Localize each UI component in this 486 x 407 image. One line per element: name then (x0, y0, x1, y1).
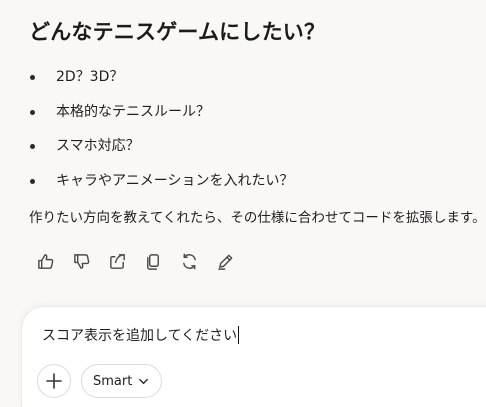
dislike-button[interactable] (64, 248, 98, 274)
message-actions (28, 248, 242, 274)
response-heading: どんなテニスゲームにしたい？ (29, 20, 326, 44)
list-item-text: スマホ対応？ (56, 138, 140, 154)
bullet-icon (30, 75, 35, 80)
regenerate-icon (182, 253, 196, 269)
message-input[interactable]: スコア表示を追加してください (42, 325, 240, 345)
copy-button[interactable] (136, 248, 170, 274)
plus-icon (46, 373, 62, 389)
like-button[interactable] (28, 248, 62, 274)
bullet-icon (30, 109, 35, 115)
chevron-down-icon (139, 378, 149, 384)
list-item-text: キャラやアニメーションを入れたい？ (56, 172, 294, 189)
bullet-icon (30, 144, 35, 149)
list-item-text: 本格的なテニスルール？ (56, 103, 210, 120)
thumbs-up-icon (37, 253, 53, 269)
mode-selector-label: Smart (93, 373, 133, 389)
message-composer: スコア表示を追加してください Smart (22, 307, 486, 407)
copy-icon (146, 253, 159, 270)
share-button[interactable] (100, 248, 134, 274)
assistant-message: どんなテニスゲームにしたい？ 2D？3D？ 本格的なテニスルール？ スマホ対応？… (0, 0, 486, 300)
list-item-text: 2D？3D？ (56, 69, 124, 85)
mode-selector-button[interactable]: Smart (81, 364, 163, 398)
edit-button[interactable] (208, 248, 242, 274)
response-summary: 作りたい方向を教えてくれたら、その仕様に合わせてコードを拡張します。 (29, 210, 486, 226)
message-input-text: スコア表示を追加してください (42, 328, 238, 344)
add-attachment-button[interactable] (37, 364, 71, 398)
share-icon (109, 253, 125, 269)
bullet-icon (30, 178, 35, 184)
text-cursor (238, 326, 240, 344)
thumbs-down-icon (73, 253, 89, 269)
regenerate-button[interactable] (172, 248, 206, 274)
edit-icon (217, 254, 232, 270)
